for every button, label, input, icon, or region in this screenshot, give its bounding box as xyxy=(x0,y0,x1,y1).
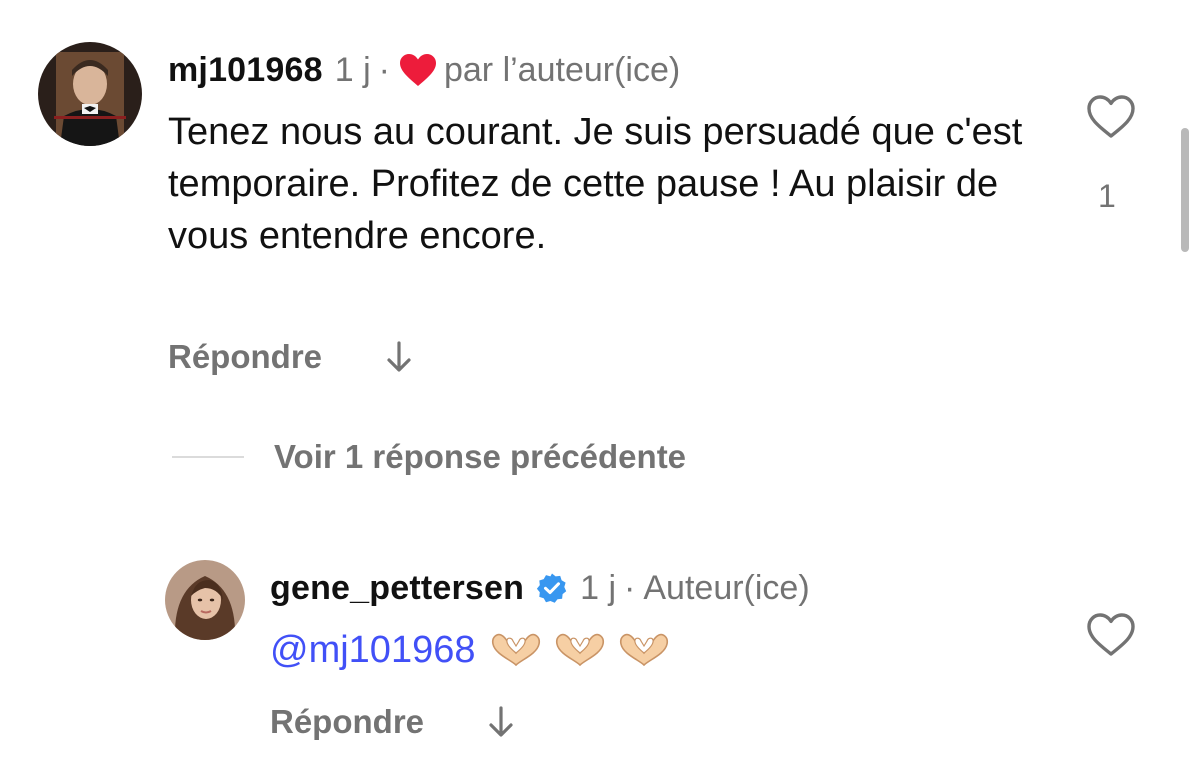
scrollbar[interactable] xyxy=(1181,128,1189,252)
heart-hands-icon xyxy=(620,633,669,667)
heart-outline-icon xyxy=(1087,95,1135,138)
like-button[interactable] xyxy=(1086,612,1136,658)
comment-time: 1 j xyxy=(334,51,371,89)
like-button[interactable] xyxy=(1086,94,1136,140)
reply-header: gene_pettersen 1 j · Auteur(ice) xyxy=(270,568,810,608)
mention-link[interactable]: @mj101968 xyxy=(270,624,475,676)
heart-outline-icon xyxy=(1087,613,1135,656)
reply-time: 1 j xyxy=(580,569,617,607)
view-previous-replies-button[interactable]: Voir 1 réponse précédente xyxy=(274,438,686,476)
verified-badge-icon xyxy=(537,573,567,603)
reply-button[interactable]: Répondre xyxy=(270,703,424,741)
reply-text: @mj101968 xyxy=(270,624,671,676)
liked-by-author-label: par l’auteur(ice) xyxy=(443,51,681,89)
divider xyxy=(172,456,244,458)
comment-header: mj101968 1 j · par l’auteur(ice) xyxy=(168,50,680,90)
comment-text: Tenez nous au courant. Je suis persuadé … xyxy=(168,111,1023,257)
comment-actions: Répondre xyxy=(168,338,414,376)
liked-heart-icon xyxy=(399,54,436,86)
like-count: 1 xyxy=(1098,178,1116,214)
heart-hands-icon xyxy=(492,633,541,667)
author-label: Auteur(ice) xyxy=(643,569,810,607)
comment-username[interactable]: mj101968 xyxy=(168,50,323,90)
avatar[interactable] xyxy=(165,560,245,640)
reply-button[interactable]: Répondre xyxy=(168,338,322,376)
reply-actions: Répondre xyxy=(270,703,516,741)
view-previous-replies: Voir 1 réponse précédente xyxy=(172,438,686,476)
reply-username[interactable]: gene_pettersen xyxy=(270,568,524,608)
comments-panel: mj101968 1 j · par l’auteur(ice) Tenez n… xyxy=(0,0,1200,779)
separator-dot: · xyxy=(378,51,390,89)
arrow-down-icon[interactable] xyxy=(486,704,516,740)
emoji-group xyxy=(489,632,671,668)
avatar[interactable] xyxy=(38,42,142,146)
arrow-down-icon[interactable] xyxy=(384,339,414,375)
separator-dot: · xyxy=(624,569,636,607)
heart-hands-icon xyxy=(556,633,605,667)
